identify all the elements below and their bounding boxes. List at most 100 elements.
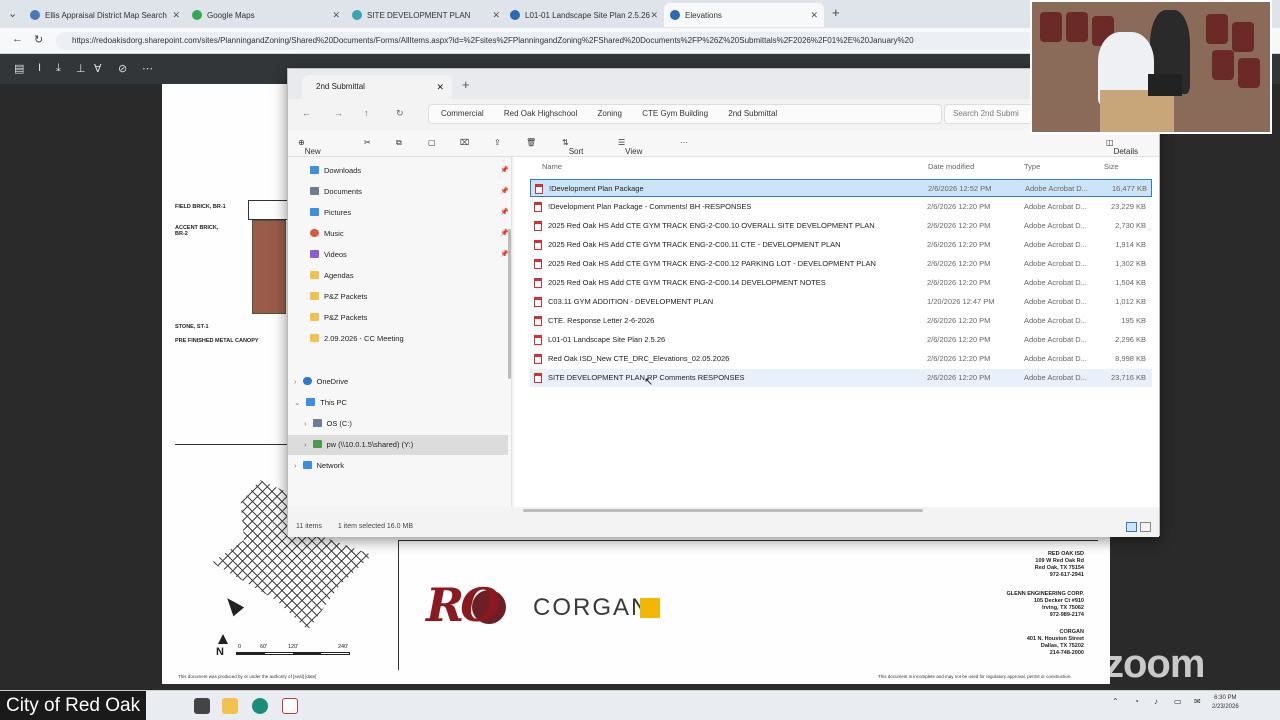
file-row[interactable]: SITE DEVELOPMENT PLAN RP Comments RESPON… [530, 369, 1152, 387]
chevron-up-icon[interactable]: ⌃ [1112, 697, 1119, 706]
details-button[interactable]: ◫ Details [1106, 138, 1138, 156]
sidebar-item-pz-packets[interactable]: P&Z Packets [310, 287, 506, 307]
close-icon[interactable]: ✕ [172, 10, 180, 21]
refresh-icon[interactable]: ↻ [396, 108, 404, 119]
new-button[interactable]: ⊕ New [298, 138, 321, 156]
explorer-tab[interactable]: 2nd Submittal ✕ [302, 75, 452, 99]
tree-item-os-c[interactable]: › OS (C:) [304, 414, 504, 434]
file-explorer-icon[interactable] [222, 698, 238, 714]
file-row[interactable]: !Development Plan Package 2/6/2026 12:52 … [530, 179, 1152, 197]
acrobat-icon[interactable] [282, 698, 298, 714]
file-list-scrollbar[interactable] [523, 509, 923, 512]
paste-icon[interactable]: ▢ [428, 138, 436, 147]
tree-item-this-pc[interactable]: ⌄ This PC [294, 393, 504, 413]
sidebar-item-agendas[interactable]: Agendas [310, 266, 506, 286]
file-row[interactable]: L01-01 Landscape Site Plan 2.5.26 2/6/202… [530, 331, 1152, 349]
up-arrow-icon[interactable]: ↑ [364, 108, 369, 118]
browser-tab-elevations[interactable]: Elevations ✕ [664, 3, 824, 27]
url-field[interactable]: https://redoakisdorg.sharepoint.com/site… [56, 32, 1036, 50]
chevron-down-icon[interactable]: ⌄ [294, 398, 300, 407]
task-view-icon[interactable] [194, 698, 210, 714]
sidebar-toggle-icon[interactable]: ▤ [14, 62, 24, 75]
breadcrumb-item[interactable]: Commercial [441, 109, 484, 118]
close-icon[interactable]: ✕ [810, 10, 818, 21]
zoom-watermark: zoom [1104, 642, 1205, 686]
file-row[interactable]: 2025 Red Oak HS Add CTE GYM TRACK ENG-2-… [530, 274, 1152, 292]
close-icon[interactable]: ✕ [650, 10, 658, 21]
thumbnail-view-icon[interactable] [1140, 522, 1151, 532]
more-icon[interactable]: ⋯ [142, 62, 153, 75]
chevron-right-icon[interactable]: › [294, 461, 297, 470]
tab-list-chevron-icon[interactable]: ⌄ [8, 7, 17, 20]
back-arrow-icon[interactable]: ← [302, 108, 311, 118]
clock[interactable]: 6:30 PM 2/23/2026 [1212, 694, 1239, 712]
close-icon[interactable]: ✕ [436, 75, 444, 99]
browser-tab-google-maps[interactable]: Google Maps ✕ [186, 3, 346, 27]
sidebar-item-cc-meeting[interactable]: 2.09.2026 - CC Meeting [310, 329, 506, 349]
chevron-right-icon[interactable]: › [294, 377, 297, 386]
sidebar-item-pictures[interactable]: Pictures 📌 [310, 203, 509, 223]
breadcrumb-item[interactable]: 2nd Submittal [728, 109, 777, 118]
chevron-right-icon[interactable]: › [304, 419, 307, 428]
corgan-logo: CORGAN [533, 594, 651, 621]
file-row[interactable]: Red Oak ISD_New CTE_DRC_Elevations_02.05… [530, 350, 1152, 368]
refresh-icon[interactable]: ↻ [34, 33, 43, 46]
tree-item-onedrive[interactable]: › OneDrive [294, 372, 504, 392]
sidebar-item-music[interactable]: Music 📌 [310, 224, 509, 244]
sort-button[interactable]: ⇅ Sort [562, 138, 583, 156]
file-row[interactable]: CTE. Response Letter 2-6-2026 2/6/2026 12… [530, 312, 1152, 330]
tab-label: Google Maps [207, 10, 255, 20]
delete-icon[interactable]: 🗑 [526, 138, 536, 147]
view-button[interactable]: ☰ View [618, 138, 642, 156]
browser-tab-landscape[interactable]: L01-01 Landscape Site Plan 2.5.26 ✕ [504, 3, 664, 27]
breadcrumb-item[interactable]: CTE Gym Building [642, 109, 708, 118]
add-tab-icon[interactable]: + [462, 77, 470, 92]
new-tab-button[interactable]: + [832, 5, 840, 20]
back-arrow-icon[interactable]: ← [12, 33, 23, 45]
download-icon[interactable]: ⤓ [56, 62, 61, 75]
wifi-icon[interactable]: ◔ [1134, 697, 1139, 706]
annotate-icon[interactable]: ⊘ [118, 62, 127, 75]
draw-icon[interactable]: ∀ [94, 62, 102, 75]
tree-item-network[interactable]: › Network [294, 456, 504, 476]
sidebar-item-documents[interactable]: Documents 📌 [310, 182, 509, 202]
more-button[interactable]: ··· [680, 138, 688, 147]
share-icon[interactable]: ⇪ [494, 138, 501, 147]
column-header-size[interactable]: Size [1104, 162, 1119, 171]
close-icon[interactable]: ✕ [492, 10, 500, 21]
battery-icon[interactable]: ▭ [1174, 697, 1182, 706]
column-header-type[interactable]: Type [1024, 162, 1040, 171]
breadcrumb[interactable]: Commercial Red Oak Highschool Zoning CTE… [428, 104, 942, 124]
erase-icon[interactable]: ⊥ [76, 62, 86, 75]
cut-icon[interactable]: ✂ [364, 138, 371, 147]
browser-tab-ellis-appraisal[interactable]: Ellis Appraisal District Map Search ✕ [24, 3, 186, 27]
sidebar-item-downloads[interactable]: Downloads 📌 [310, 161, 509, 181]
breadcrumb-item[interactable]: Red Oak Highschool [504, 109, 577, 118]
edge-icon[interactable] [252, 698, 268, 714]
file-row[interactable]: C03.11 GYM ADDITION - DEVELOPMENT PLAN 1/… [530, 293, 1152, 311]
file-row[interactable]: 2025 Red Oak HS Add CTE GYM TRACK ENG-2-… [530, 217, 1152, 235]
chevron-right-icon[interactable]: › [304, 440, 307, 449]
file-row[interactable]: 2025 Red Oak HS Add CTE GYM TRACK ENG-2-… [530, 255, 1152, 273]
copy-icon[interactable]: ⧉ [396, 138, 402, 148]
sidebar-item-pz-packets-2[interactable]: P&Z Packets [310, 308, 506, 328]
breadcrumb-item[interactable]: Zoning [598, 109, 622, 118]
column-header-date[interactable]: Date modified [928, 162, 974, 171]
close-icon[interactable]: ✕ [332, 10, 340, 21]
tree-item-network-drive-y[interactable]: › pw (\\10.0.1.5\shared) (Y:) [288, 435, 508, 455]
browser-tab-site-development[interactable]: SITE DEVELOPMENT PLAN ✕ [346, 3, 506, 27]
file-row[interactable]: 2025 Red Oak HS Add CTE GYM TRACK ENG-2-… [530, 236, 1152, 254]
sort-label: Sort [568, 147, 584, 156]
forward-arrow-icon[interactable]: → [334, 108, 343, 118]
file-row[interactable]: !Development Plan Package - Comments! BH… [530, 198, 1152, 216]
column-header-name[interactable]: Name [542, 162, 562, 171]
notification-icon[interactable]: ✉ [1194, 697, 1201, 706]
sidebar-item-videos[interactable]: Videos 📌 [310, 245, 509, 265]
nav-scrollbar[interactable] [508, 229, 511, 379]
picture-icon [310, 208, 319, 216]
sheet-rule [175, 444, 287, 445]
volume-icon[interactable]: ♪ [1154, 697, 1158, 706]
text-cursor-icon[interactable]: I [38, 62, 41, 74]
details-view-icon[interactable] [1126, 522, 1137, 532]
rename-icon[interactable]: ⌧ [460, 138, 469, 147]
